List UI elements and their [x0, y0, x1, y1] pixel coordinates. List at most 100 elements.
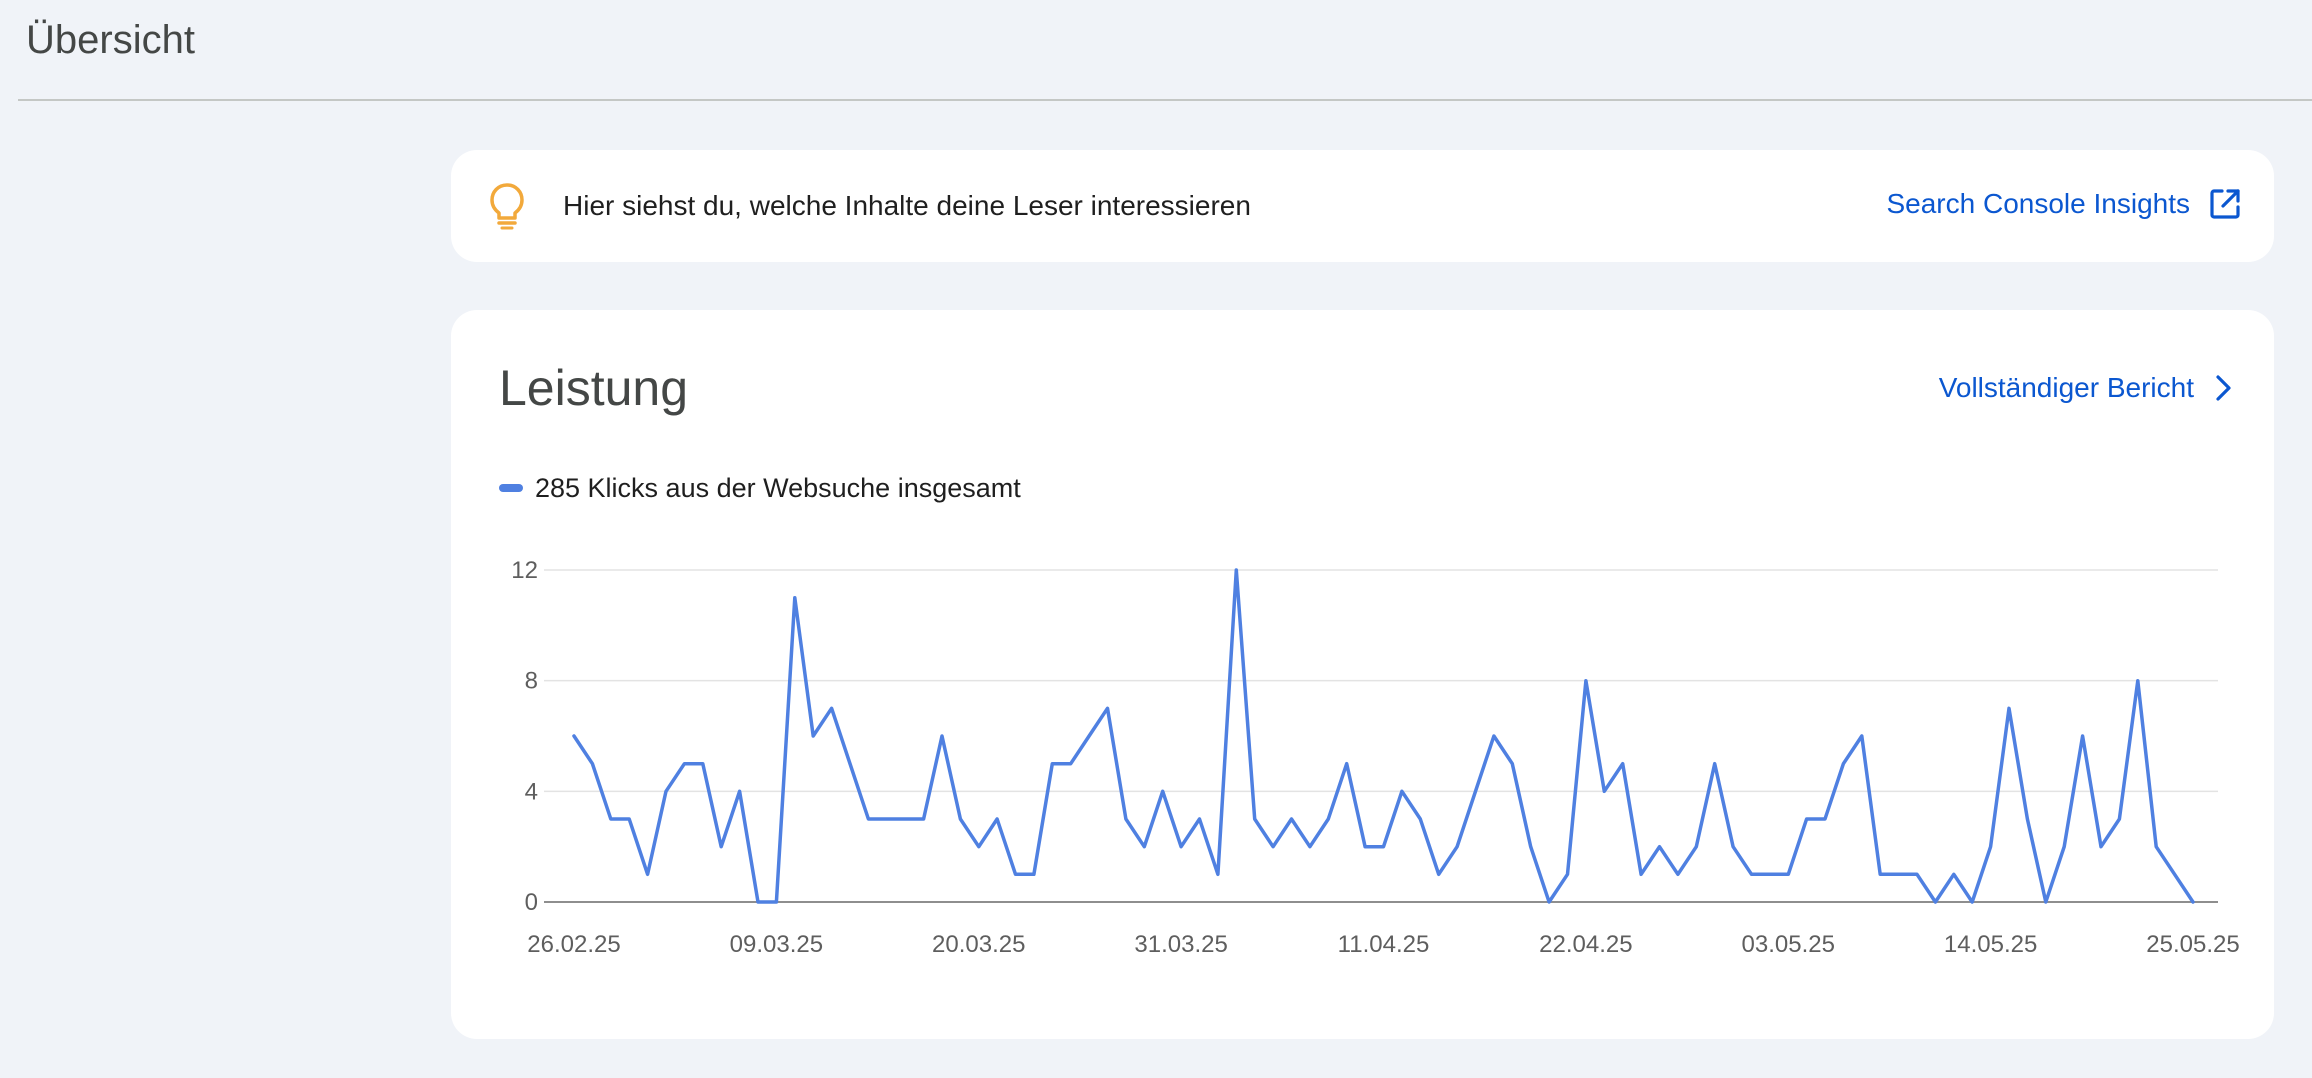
data-point — [1547, 900, 1551, 904]
data-point — [1290, 817, 1294, 821]
data-point — [1014, 872, 1018, 876]
data-point — [1786, 872, 1790, 876]
x-tick-label: 22.04.25 — [1539, 931, 1632, 958]
data-point — [1308, 845, 1312, 849]
data-point — [1713, 762, 1717, 766]
data-point — [1161, 789, 1165, 793]
data-point — [1565, 872, 1569, 876]
data-point — [1198, 817, 1202, 821]
data-point — [1768, 872, 1772, 876]
data-point — [2117, 817, 2121, 821]
data-point — [1805, 817, 1809, 821]
clicks-line-chart: 0 4 8 12 26.02.25 09.03.25 20.03.25 31.03.25 11.… — [511, 557, 2239, 958]
data-point — [958, 817, 962, 821]
data-point — [866, 817, 870, 821]
data-point — [1676, 872, 1680, 876]
data-point — [646, 872, 650, 876]
data-point — [1087, 734, 1091, 738]
data-point — [830, 706, 834, 710]
data-point — [922, 817, 926, 821]
data-point — [1915, 872, 1919, 876]
data-point — [1731, 845, 1735, 849]
data-point — [2173, 872, 2177, 876]
data-point — [1271, 845, 1275, 849]
data-point — [1050, 762, 1054, 766]
x-tick-label: 14.05.25 — [1944, 931, 2037, 958]
data-point — [1437, 872, 1441, 876]
data-point — [1069, 762, 1073, 766]
data-point — [1234, 568, 1238, 572]
data-point — [1823, 817, 1827, 821]
data-point — [1400, 789, 1404, 793]
data-point — [2062, 845, 2066, 849]
data-point — [1989, 845, 1993, 849]
data-point — [774, 900, 778, 904]
data-point — [1124, 817, 1128, 821]
data-point — [1584, 679, 1588, 683]
data-point — [1694, 845, 1698, 849]
x-tick-label: 31.03.25 — [1134, 931, 1227, 958]
data-point — [2081, 734, 2085, 738]
data-point — [2007, 706, 2011, 710]
data-point — [1510, 762, 1514, 766]
data-point — [793, 596, 797, 600]
data-point — [1749, 872, 1753, 876]
data-point — [1897, 872, 1901, 876]
data-point — [701, 762, 705, 766]
data-point — [1602, 789, 1606, 793]
data-point — [940, 734, 944, 738]
data-point — [903, 817, 907, 821]
x-tick-label: 26.02.25 — [527, 931, 620, 958]
data-point — [811, 734, 815, 738]
data-point — [1382, 845, 1386, 849]
data-point — [1639, 872, 1643, 876]
data-point — [756, 900, 760, 904]
data-point — [719, 845, 723, 849]
data-point — [1345, 762, 1349, 766]
data-point — [995, 817, 999, 821]
data-point — [1032, 872, 1036, 876]
data-point — [848, 762, 852, 766]
x-tick-label: 20.03.25 — [932, 931, 1025, 958]
data-point — [1657, 845, 1661, 849]
data-point — [664, 789, 668, 793]
data-point — [590, 762, 594, 766]
clicks-series-line — [572, 568, 2195, 904]
data-point — [1952, 872, 1956, 876]
data-point — [738, 789, 742, 793]
data-point — [1529, 845, 1533, 849]
data-point — [1841, 762, 1845, 766]
data-point — [1455, 845, 1459, 849]
data-point — [1933, 900, 1937, 904]
y-tick-label: 4 — [525, 778, 538, 805]
data-point — [1142, 845, 1146, 849]
data-point — [1363, 845, 1367, 849]
data-point — [1473, 789, 1477, 793]
data-point — [1253, 817, 1257, 821]
data-point — [2136, 679, 2140, 683]
data-point — [682, 762, 686, 766]
data-point — [977, 845, 981, 849]
data-point — [1216, 872, 1220, 876]
data-point — [572, 734, 576, 738]
data-point — [2191, 900, 2195, 904]
y-tick-label: 12 — [511, 557, 538, 584]
data-point — [2044, 900, 2048, 904]
data-point — [1621, 762, 1625, 766]
x-tick-label: 09.03.25 — [730, 931, 823, 958]
data-point — [2154, 845, 2158, 849]
data-point — [2025, 817, 2029, 821]
x-tick-label: 03.05.25 — [1742, 931, 1835, 958]
data-point — [1326, 817, 1330, 821]
data-point — [1179, 845, 1183, 849]
y-tick-label: 8 — [525, 668, 538, 695]
data-point — [1878, 872, 1882, 876]
data-point — [1418, 817, 1422, 821]
data-point — [627, 817, 631, 821]
y-tick-label: 0 — [525, 889, 538, 916]
x-tick-label: 25.05.25 — [2146, 931, 2239, 958]
data-point — [1970, 900, 1974, 904]
data-point — [1492, 734, 1496, 738]
x-tick-label: 11.04.25 — [1338, 931, 1430, 958]
data-point — [1106, 706, 1110, 710]
